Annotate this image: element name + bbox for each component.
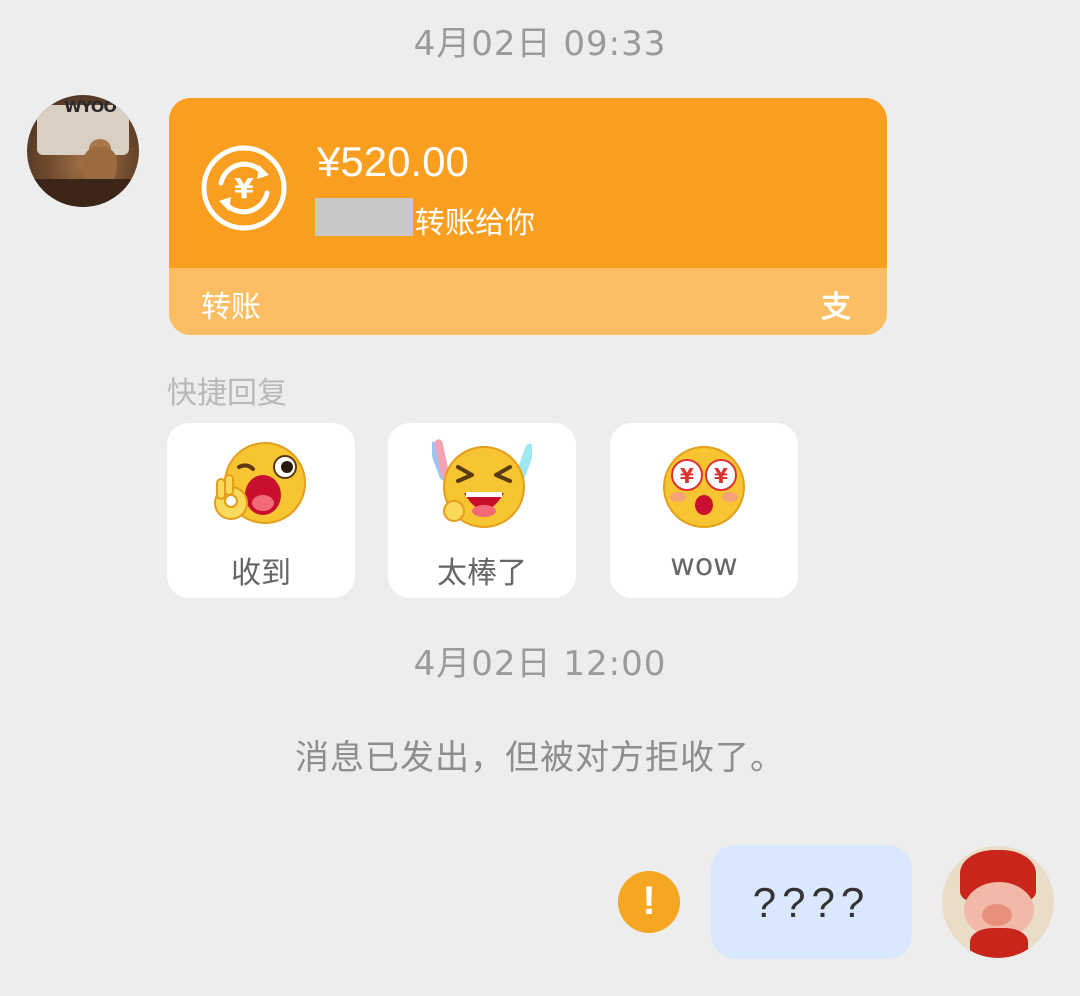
timestamp: 4月02日 12:00	[413, 644, 667, 684]
quick-reply-wow-button[interactable]: ¥ ¥ wow	[610, 423, 798, 598]
quick-reply-received-button[interactable]: 收到	[167, 423, 355, 598]
outgoing-message-bubble[interactable]: ????	[711, 845, 912, 959]
quick-reply-title: 快捷回复	[167, 376, 287, 411]
ok-hand-wink-emoji-icon	[214, 442, 306, 524]
masked-sender-name	[315, 198, 413, 236]
svg-text:¥: ¥	[680, 464, 694, 488]
transfer-exchange-icon: ¥	[201, 145, 287, 231]
alert-icon[interactable]: !	[618, 871, 680, 933]
transfer-label: 转账	[201, 290, 261, 325]
system-message: 消息已发出，但被对方拒收了。	[295, 738, 785, 778]
contact-avatar[interactable]: WYOO	[27, 95, 139, 207]
quick-reply-label: wow	[670, 548, 738, 583]
svg-text:¥: ¥	[714, 464, 728, 488]
transfer-card-footer: 转账 支	[169, 268, 887, 335]
my-avatar[interactable]	[942, 846, 1054, 958]
alipay-icon: 支	[821, 290, 851, 325]
transfer-description: 转账给你	[415, 206, 535, 241]
cheering-emoji-icon	[432, 439, 532, 528]
transfer-card-body: ¥ ¥520.00 转账给你	[169, 98, 887, 268]
avatar-logo-text: WYOO	[64, 97, 117, 116]
transfer-amount: ¥520.00	[317, 138, 469, 185]
transfer-card[interactable]: ¥ ¥520.00 转账给你 转账 支	[169, 98, 887, 335]
message-text: ????	[752, 879, 871, 926]
quick-reply-great-button[interactable]: 太棒了	[388, 423, 576, 598]
timestamp: 4月02日 09:33	[413, 24, 667, 64]
svg-text:¥: ¥	[234, 172, 254, 205]
quick-reply-label: 收到	[231, 556, 291, 591]
quick-reply-label: 太棒了	[437, 556, 527, 591]
money-eyes-emoji-icon: ¥ ¥	[663, 446, 745, 528]
